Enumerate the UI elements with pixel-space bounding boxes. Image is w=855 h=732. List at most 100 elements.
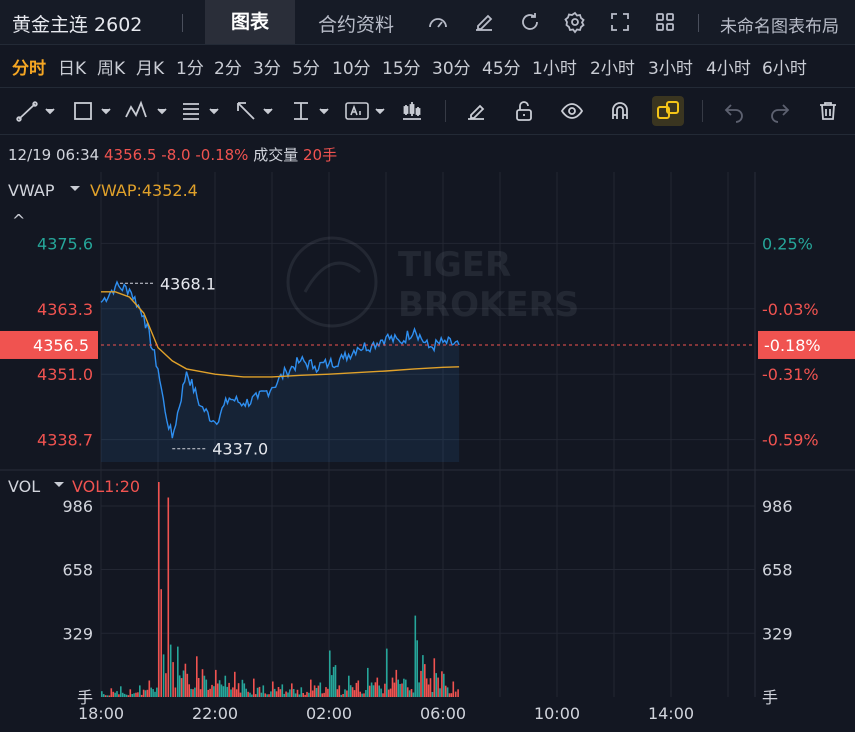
volume-bar [266,694,268,697]
period-9[interactable]: 15分 [382,54,421,79]
y-tick-label: 4375.6 [37,234,93,253]
period-16[interactable]: 6小时 [762,54,807,79]
volume-bar [425,678,428,697]
settings-gear-icon[interactable] [563,10,587,34]
period-10[interactable]: 30分 [432,54,471,79]
period-3[interactable]: 月K [136,54,164,79]
volume-bar [359,691,361,697]
volume-bar [365,690,367,697]
volume-bar [294,693,297,697]
volume-title[interactable]: VOL [8,477,40,496]
volume-bar [234,671,236,697]
grid-layout-icon[interactable] [653,10,677,34]
volume-bar [410,689,413,697]
speed-gauge-icon[interactable] [426,10,450,34]
indicator-name[interactable]: VWAP [8,181,55,200]
quote-line: 12/19 06:34 4356.5 -8.0 -0.18% 成交量 20手 [8,144,337,165]
refresh-icon[interactable] [518,10,542,34]
chart-area[interactable]: TIGER BROKERS 4368.1 4337.0 4375.6 4363.3 4… [0,172,855,732]
period-1[interactable]: 日K [58,54,86,79]
volume-bar [355,682,358,697]
volume-bar [454,691,457,697]
x-tick-label: 18:00 [78,704,124,723]
text-note-icon[interactable] [344,99,388,123]
volume-bar [245,688,247,697]
volume-bar [190,688,192,697]
magnet-icon[interactable] [608,99,632,123]
volume-dropdown-icon[interactable] [54,482,64,487]
trend-line-icon[interactable] [16,99,60,123]
volume-bar [361,693,363,697]
volume-bar [393,682,396,697]
volume-bar [368,685,371,697]
watermark-line2: BROKERS [398,285,579,325]
pattern-icon[interactable] [124,99,172,123]
indicator-dropdown-icon[interactable] [70,186,80,191]
volume-bar [215,669,217,697]
trash-icon[interactable] [816,99,840,123]
volume-bar [363,693,365,697]
volume-bar [220,684,223,697]
edit-pencil-icon[interactable] [472,10,496,34]
volume-bar [323,692,325,697]
volume-bar [334,665,337,697]
volume-bar [232,687,234,697]
volume-bar [125,694,128,697]
candle-icon[interactable] [400,99,424,123]
volume-bar [172,662,174,697]
volume-bar [264,693,266,697]
measure-icon[interactable] [290,99,334,123]
period-12[interactable]: 1小时 [532,54,577,79]
period-4[interactable]: 1分 [176,54,204,79]
volume-bar [123,693,126,697]
tab-chart[interactable]: 图表 [205,0,295,44]
volume-bar [114,692,116,697]
eye-icon[interactable] [560,99,584,123]
period-5[interactable]: 2分 [214,54,242,79]
divider [698,14,699,32]
period-15[interactable]: 4小时 [706,54,751,79]
period-6[interactable]: 3分 [253,54,281,79]
vol-tick-label-right: 658 [762,561,793,580]
period-8[interactable]: 10分 [332,54,371,79]
period-7[interactable]: 5分 [292,54,320,79]
volume-bar [296,689,299,697]
fullscreen-icon[interactable] [608,10,632,34]
undo-icon[interactable] [722,99,746,123]
layout-name[interactable]: 未命名图表布局 [720,12,839,37]
volume-bar [367,667,369,697]
volume-bar [418,682,420,697]
volume-bar [457,689,459,697]
fibonacci-icon[interactable] [180,99,224,123]
quote-change-pct: -0.18% [195,146,249,164]
lock-icon[interactable] [512,99,536,123]
volume-bar [260,692,263,697]
rectangle-icon[interactable] [72,99,116,123]
brush-icon[interactable] [464,99,488,123]
volume-bar [249,692,251,697]
link-icon[interactable] [652,96,684,126]
volume-bar [370,682,373,697]
volume-bar [281,684,284,697]
period-11[interactable]: 45分 [482,54,521,79]
volume-bar [349,685,352,697]
watermark: TIGER BROKERS [286,236,579,328]
volume-bar [196,656,198,697]
period-13[interactable]: 2小时 [590,54,635,79]
vol-tick-label-right: 986 [762,497,793,516]
period-2[interactable]: 周K [97,54,125,79]
tab-contract-info[interactable]: 合约资料 [318,10,394,37]
divider [182,14,183,32]
volume-bar [405,679,407,697]
volume-bar [243,683,246,697]
period-0[interactable]: 分时 [12,54,46,79]
redo-icon[interactable] [768,99,792,123]
arrow-icon[interactable] [234,99,278,123]
collapse-icon[interactable]: ^ [12,211,25,230]
instrument-title[interactable]: 黄金主连 2602 [12,10,142,37]
volume-bar [342,694,344,697]
period-14[interactable]: 3小时 [648,54,693,79]
volume-bar [160,589,162,697]
volume-bar [313,685,316,697]
volume-bar [433,658,436,697]
